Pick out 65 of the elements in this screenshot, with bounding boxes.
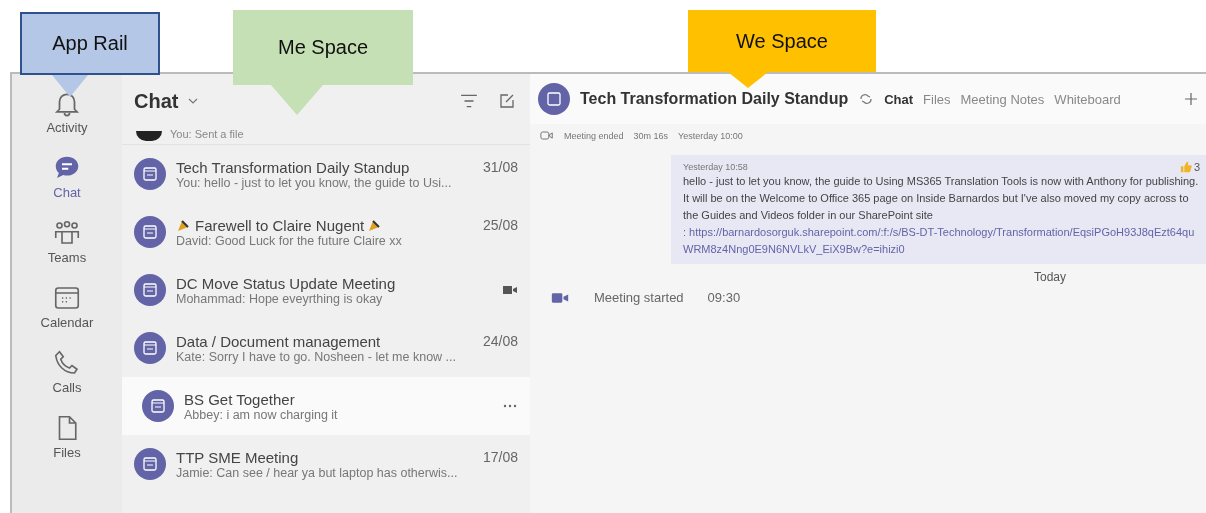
meeting-avatar-icon — [134, 332, 166, 364]
rail-item[interactable]: Chat — [52, 153, 82, 200]
meeting-duration: 30m 16s — [633, 130, 669, 141]
meeting-avatar-icon — [134, 448, 166, 480]
tab[interactable]: Meeting Notes — [960, 91, 1045, 107]
chat-title: Data / Document management — [176, 332, 381, 350]
meeting-avatar-icon — [134, 274, 166, 306]
chat-title: Tech Transformation Daily Standup — [176, 158, 410, 176]
rail-item[interactable]: Calendar — [40, 283, 94, 330]
tab[interactable]: Whiteboard — [1054, 91, 1121, 107]
meeting-time: Yesterday 10:00 — [678, 130, 743, 141]
thumbs-up-icon[interactable] — [1179, 161, 1192, 173]
meeting-avatar-icon — [142, 390, 174, 422]
chat-date: 24/08 — [482, 333, 518, 349]
callout-pointer — [52, 75, 88, 97]
chat-title: TTP SME Meeting — [176, 448, 299, 466]
chat-preview: You: Sent a file — [170, 128, 244, 140]
chat-preview: Kate: Sorry I have to go. Nosheen - let me know ... — [176, 349, 457, 364]
chat-item[interactable]: BS Get Together Abbey: i am now charging it — [122, 377, 530, 435]
chat-title: Farewell to Claire Nugent — [195, 216, 365, 234]
meeting-started-label: Meeting started — [594, 290, 684, 305]
filter-icon[interactable] — [460, 93, 478, 109]
callout-pointer — [728, 72, 768, 88]
callout-pointer — [271, 85, 323, 115]
chat-item[interactable]: Data / Document management 24/08 Kate: Sorry I have to go. Nosheen - let me know ... — [122, 319, 530, 377]
message-time: Yesterday 10:58 — [683, 162, 748, 172]
rail-item[interactable]: Files — [52, 413, 82, 460]
rail-item[interactable]: Calls — [52, 348, 82, 395]
chat-item[interactable]: Farewell to Claire Nugent 25/08 David: Good Luck for the future Claire xx — [122, 203, 530, 261]
meeting-started-time: 09:30 — [707, 290, 741, 305]
chat-date: 31/08 — [482, 159, 518, 175]
chevron-down-icon[interactable] — [188, 98, 199, 104]
tab[interactable]: Chat — [884, 91, 914, 107]
refresh-icon[interactable] — [858, 93, 875, 105]
chat-preview: David: Good Luck for the future Claire xx — [176, 233, 403, 248]
message-link[interactable]: : https://barnardosorguk.sharepoint.com/:f:/s/BS-DT-Technology/Transformation/EqsiPGoH93J8qEzt64quWRM8z4Nng0E9N6NVLkV_EiX9Bw?e=ihizi0 — [683, 224, 1200, 258]
chat-item[interactable]: DC Move Status Update Meeting Mohammad: Hope eveyrthing is okay — [122, 261, 530, 319]
video-camera-icon — [540, 130, 554, 141]
date-divider: Today — [1033, 270, 1066, 284]
chat-title: BS Get Together — [184, 390, 295, 408]
conversation-title: Tech Transformation Daily Standup — [580, 90, 849, 108]
chat-date: 25/08 — [482, 217, 518, 233]
meeting-ended-label: Meeting ended — [564, 130, 624, 141]
add-icon[interactable] — [1184, 92, 1198, 106]
meeting-avatar-icon — [134, 216, 166, 248]
rail-item[interactable]: Activity — [46, 88, 88, 135]
chat-item[interactable]: TTP SME Meeting 17/08 Jamie: Can see / hear ya but laptop has otherwis... — [122, 435, 530, 493]
tab[interactable]: Files — [923, 91, 951, 107]
chat-preview: Mohammad: Hope eveyrthing is okay — [176, 291, 383, 306]
compose-icon[interactable] — [498, 93, 516, 109]
chat-item[interactable]: Tech Transformation Daily Standup 31/08 You: hello - just to let you know, the guide to Usi... — [122, 145, 530, 203]
chat-preview: Abbey: i am now charging it — [184, 407, 339, 422]
chat-list-title: Chat — [134, 89, 179, 113]
chat-preview: Jamie: Can see / hear ya but laptop has otherwis... — [176, 465, 459, 480]
avatar-icon — [136, 131, 162, 141]
reaction-count: 3 — [1193, 161, 1200, 173]
meeting-avatar-icon — [134, 158, 166, 190]
chat-date: 17/08 — [482, 449, 518, 465]
chat-preview: You: hello - just to let you know, the guide to Usi... — [176, 175, 453, 190]
chat-title: DC Move Status Update Meeting — [176, 274, 396, 292]
video-camera-icon — [550, 290, 570, 305]
rail-item[interactable]: Teams — [47, 218, 87, 265]
meeting-avatar-icon — [538, 83, 570, 115]
message-text: hello - just to let you know, the guide to Using MS365 Translation Tools is now with Anthony for publishing. It will be on the Welcome to Office 365 page on Inside Barnardos but I've also moved my copy across to the Guides and Videos folder in our SharePoint site — [683, 174, 1200, 223]
video-camera-icon — [502, 284, 518, 296]
